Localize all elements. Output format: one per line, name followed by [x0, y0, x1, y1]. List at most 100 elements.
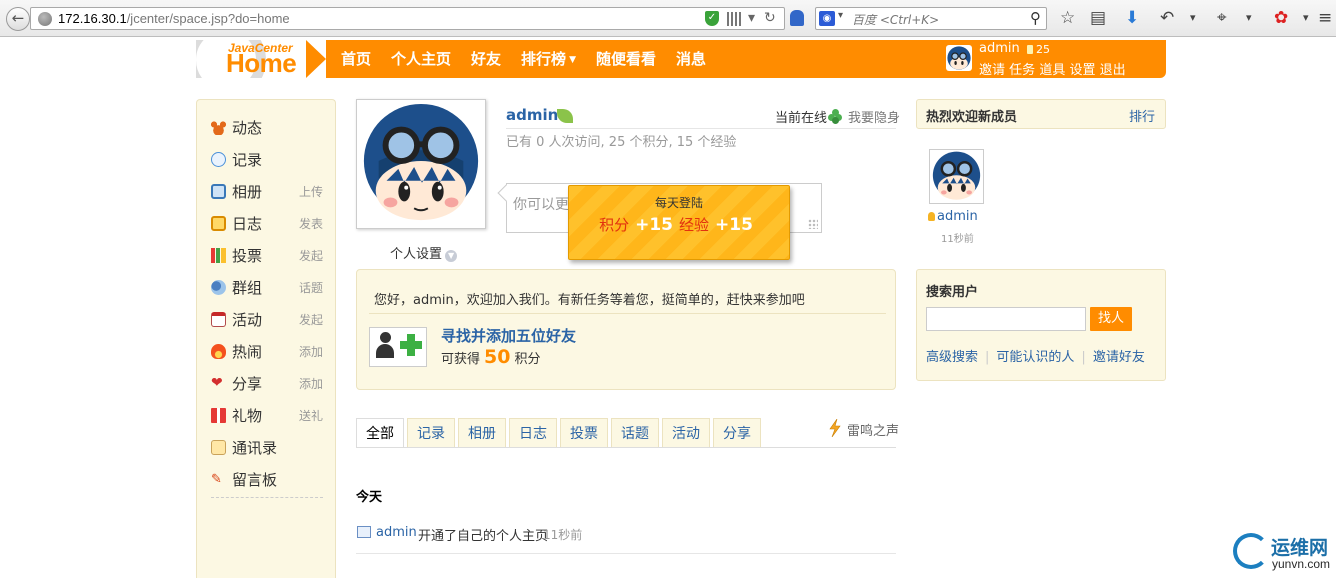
ranking-link[interactable]: 排行: [1129, 106, 1155, 125]
clover-icon: [828, 109, 842, 124]
sidebar-action[interactable]: 发起: [299, 247, 323, 264]
user-search-input[interactable]: [926, 307, 1086, 331]
sidebar-action[interactable]: 添加: [299, 343, 323, 360]
sidebar-item-records[interactable]: 记录: [211, 149, 323, 169]
add-friend-image[interactable]: [369, 327, 427, 367]
crop-icon[interactable]: ⌖: [1217, 8, 1227, 28]
qr-code-icon[interactable]: [727, 12, 741, 26]
sidebar-item-guestbook[interactable]: ✎ 留言板: [211, 469, 323, 489]
back-arrow-icon[interactable]: ←: [6, 7, 30, 31]
undo-dropdown-icon[interactable]: ▾: [1190, 8, 1196, 28]
menu-icon[interactable]: ≡: [1318, 8, 1332, 28]
header-avatar[interactable]: [946, 45, 972, 71]
go-invisible-link[interactable]: 我要隐身: [848, 107, 900, 126]
sidebar-action[interactable]: 话题: [299, 279, 323, 296]
coin-icon: [1027, 45, 1033, 54]
tab-blog[interactable]: 日志: [509, 418, 557, 448]
profile-name[interactable]: admin: [506, 106, 558, 124]
dropdown-arrow-icon[interactable]: ▾: [748, 10, 755, 26]
crop-dropdown-icon[interactable]: ▾: [1246, 8, 1252, 28]
tab-poll[interactable]: 投票: [560, 418, 608, 448]
tab-share[interactable]: 分享: [713, 418, 761, 448]
sidebar-item-label: 记录: [232, 151, 263, 169]
member-name-link[interactable]: admin: [937, 209, 978, 224]
task-reward: 可获得 50 积分: [441, 346, 540, 368]
user-search-panel: 搜索用户 找人 高级搜索 | 可能认识的人 | 邀请好友: [916, 269, 1166, 381]
baidu-paw-icon[interactable]: ◉: [819, 11, 835, 26]
sidebar-item-share[interactable]: ❤ 分享 添加: [211, 373, 323, 393]
sidebar-item-label: 投票: [232, 247, 263, 265]
address-bar[interactable]: 172.16.30.1/jcenter/space.jsp?do=home ✓ …: [30, 7, 785, 30]
feed-user-link[interactable]: admin: [376, 525, 417, 540]
sidebar-item-gifts[interactable]: 礼物 送礼: [211, 405, 323, 425]
sidebar-item-label: 分享: [232, 375, 263, 393]
sidebar-action[interactable]: 发起: [299, 311, 323, 328]
download-arrow-icon[interactable]: ⬇: [1125, 8, 1139, 28]
caret-down-icon: ▼: [569, 55, 576, 65]
star-bookmark-icon[interactable]: ☆: [1060, 8, 1075, 28]
lightning-icon: [829, 419, 841, 437]
profile-avatar[interactable]: [356, 99, 486, 229]
advanced-search-link[interactable]: 高级搜索: [926, 350, 978, 365]
task-reward-prefix: 可获得: [441, 352, 481, 367]
nav-my-space[interactable]: 个人主页: [391, 40, 451, 78]
tab-records[interactable]: 记录: [407, 418, 455, 448]
nav-home[interactable]: 首页: [341, 40, 371, 78]
nav-friends[interactable]: 好友: [471, 40, 501, 78]
reader-list-icon[interactable]: ▤: [1090, 8, 1106, 28]
logo-title: Home: [226, 48, 297, 78]
personal-settings-link[interactable]: 个人设置 ▼: [390, 243, 458, 262]
resize-grip-icon[interactable]: [808, 219, 818, 229]
bell-extension-icon[interactable]: [790, 10, 804, 26]
online-status: 当前在线: [775, 111, 828, 126]
member-avatar[interactable]: [929, 149, 984, 204]
person-silhouette-icon: [376, 332, 394, 358]
nav-messages[interactable]: 消息: [676, 40, 706, 78]
globe-icon: [38, 12, 52, 26]
search-bar[interactable]: ◉ ▾ 百度 <Ctrl+K> ⚲: [815, 7, 1047, 30]
sidebar-divider: [211, 497, 323, 498]
link-tasks[interactable]: 任务: [1009, 63, 1035, 78]
sidebar-item-blog[interactable]: 日志 发表: [211, 213, 323, 233]
people-you-may-know-link[interactable]: 可能认识的人: [996, 350, 1074, 365]
site-logo[interactable]: JavaCenter Home: [196, 40, 326, 78]
invite-friends-link[interactable]: 邀请好友: [1093, 350, 1145, 365]
tab-topics[interactable]: 话题: [611, 418, 659, 448]
shield-icon[interactable]: ✓: [705, 11, 719, 26]
link-settings[interactable]: 设置: [1069, 63, 1095, 78]
sidebar-item-groups[interactable]: 群组 话题: [211, 277, 323, 297]
nav-ranking-label: 排行榜: [521, 50, 567, 68]
tab-all[interactable]: 全部: [356, 418, 404, 448]
magnifier-icon[interactable]: ⚲: [1030, 9, 1041, 27]
sidebar-item-contacts[interactable]: 通讯录: [211, 437, 323, 457]
nav-ranking[interactable]: 排行榜 ▼: [521, 40, 576, 78]
link-invite[interactable]: 邀请: [979, 63, 1005, 78]
sidebar-item-hot[interactable]: 热闹 添加: [211, 341, 323, 361]
extension-dropdown-icon[interactable]: ▾: [1303, 8, 1309, 28]
sidebar-action[interactable]: 发表: [299, 215, 323, 232]
fortune-extension-icon[interactable]: ✿: [1274, 8, 1288, 28]
tab-album[interactable]: 相册: [458, 418, 506, 448]
sidebar-item-feed[interactable]: 动态: [211, 117, 323, 137]
sidebar-item-album[interactable]: 相册 上传: [211, 181, 323, 201]
tab-events[interactable]: 活动: [662, 418, 710, 448]
find-people-button[interactable]: 找人: [1090, 307, 1132, 331]
engine-dropdown-icon[interactable]: ▾: [838, 10, 843, 21]
link-separator: |: [1081, 350, 1086, 365]
green-plus-icon: [400, 334, 422, 356]
task-title-link[interactable]: 寻找并添加五位好友: [441, 325, 576, 346]
reload-icon[interactable]: ↻: [764, 10, 776, 26]
undo-arrow-icon[interactable]: ↶: [1160, 8, 1174, 28]
thunder-voice-link[interactable]: 雷鸣之声: [847, 420, 899, 439]
sidebar-action[interactable]: 送礼: [299, 407, 323, 424]
sidebar-item-poll[interactable]: 投票 发起: [211, 245, 323, 265]
link-props[interactable]: 道具: [1039, 63, 1065, 78]
watermark-domain: yunvn.com: [1272, 557, 1331, 571]
sidebar-item-events[interactable]: 活动 发起: [211, 309, 323, 329]
link-logout[interactable]: 退出: [1100, 63, 1126, 78]
sidebar-action[interactable]: 添加: [299, 375, 323, 392]
sidebar-action[interactable]: 上传: [299, 183, 323, 200]
nav-browse[interactable]: 随便看看: [596, 40, 656, 78]
header-username[interactable]: admin: [979, 41, 1020, 56]
address-book-icon: [211, 440, 226, 455]
